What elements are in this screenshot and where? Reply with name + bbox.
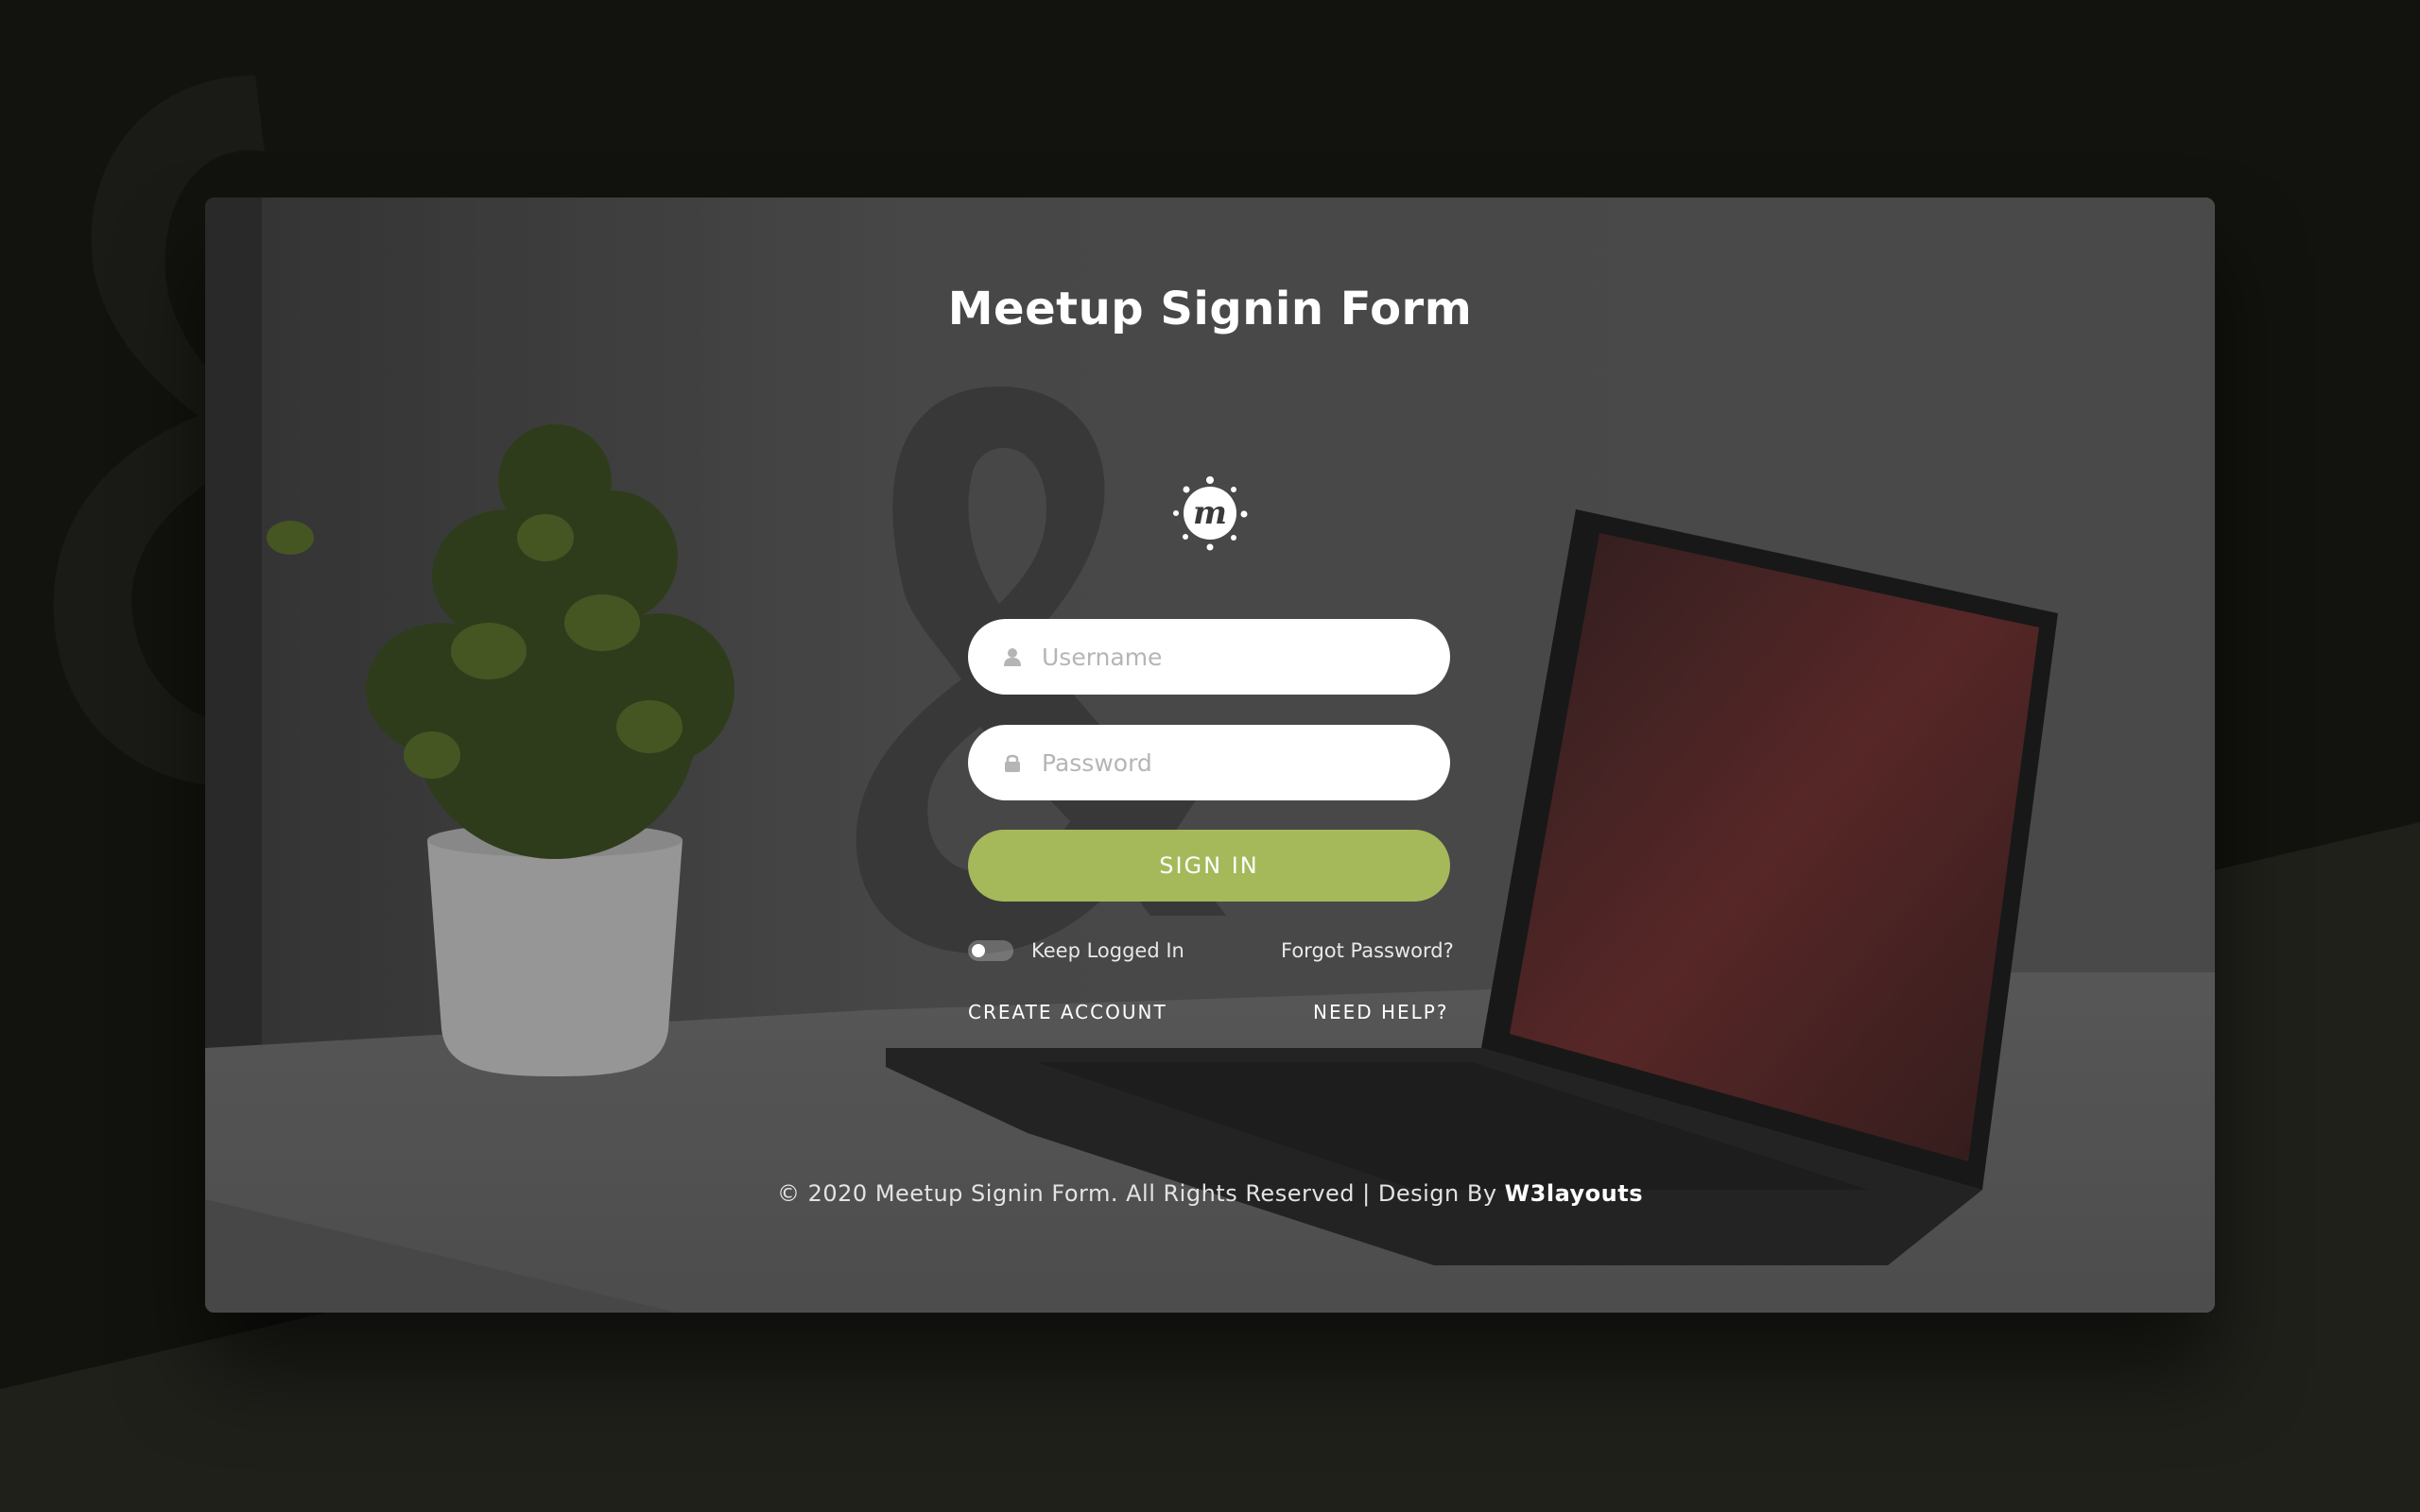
footer-credit-link[interactable]: W3layouts [1505,1180,1643,1207]
lock-icon [1005,754,1020,772]
signin-content: Meetup Signin Form m Username SIGN IN Ke… [205,198,2215,1313]
meetup-logo-letter: m [1193,494,1227,532]
toggle-knob [972,944,985,957]
keep-logged-in-label[interactable]: Keep Logged In [1031,939,1184,962]
signin-button[interactable]: SIGN IN [968,830,1450,902]
footer: © 2020 Meetup Signin Form. All Rights Re… [205,1180,2215,1207]
username-field[interactable] [968,619,1450,695]
meetup-logo-icon: m [1173,476,1248,551]
password-field[interactable] [968,725,1450,800]
keep-logged-in-toggle[interactable] [968,940,1013,961]
forgot-password-link[interactable]: Forgot Password? [1281,939,1454,962]
password-input[interactable] [1040,747,1422,778]
page: Meetup Signin Form m Username SIGN IN Ke… [0,0,2420,1512]
footer-text: © 2020 Meetup Signin Form. All Rights Re… [776,1180,1505,1207]
user-icon [1004,648,1021,666]
page-title: Meetup Signin Form [947,283,1473,335]
create-account-link[interactable]: CREATE ACCOUNT [968,1001,1167,1023]
signin-card: Meetup Signin Form m Username SIGN IN Ke… [205,198,2215,1313]
username-input[interactable] [1040,642,1422,672]
need-help-link[interactable]: NEED HELP? [1313,1001,1449,1023]
